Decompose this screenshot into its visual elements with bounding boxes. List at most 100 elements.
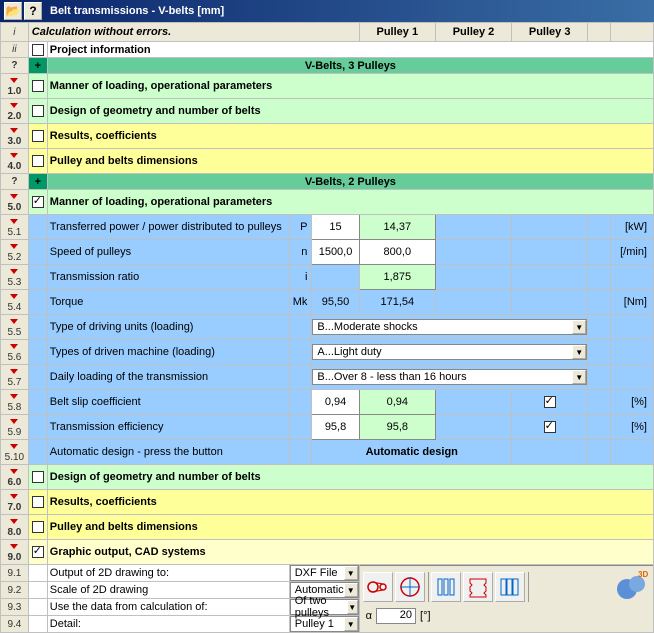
row-label: Automatic design - press the button [47, 440, 289, 465]
row-label: Transmission ratio [47, 265, 289, 290]
rownum: 5.10 [1, 440, 29, 465]
expand-toggle[interactable] [28, 465, 47, 490]
chevron-down-icon[interactable]: ▼ [344, 566, 358, 580]
rownum: 4.0 [1, 149, 29, 174]
unit: [%] [610, 415, 653, 440]
detail-select[interactable]: Pulley 1▼ [290, 616, 359, 632]
main-grid: i Calculation without errors. Pulley 1 P… [0, 22, 654, 633]
rownum: 7.0 [1, 490, 29, 515]
expand-toggle[interactable] [28, 490, 47, 515]
rownum: 5.7 [1, 365, 29, 390]
slip-p2-output: 0,94 [359, 390, 435, 415]
output-format-select[interactable]: DXF File▼ [290, 565, 359, 581]
slip-p1-input[interactable]: 0,94 [312, 390, 359, 415]
expand-toggle[interactable] [28, 99, 47, 124]
unit: [kW] [610, 215, 653, 240]
drawing-belt-section-icon[interactable] [495, 572, 525, 602]
help-cell[interactable]: ? [1, 58, 29, 74]
rownum: 5.0 [1, 190, 29, 215]
chevron-down-icon[interactable]: ▼ [572, 345, 586, 359]
driving-units-select[interactable]: B...Moderate shocks▼ [312, 319, 587, 335]
power-p2-output: 14,37 [359, 215, 435, 240]
help-cell[interactable]: ? [1, 174, 29, 190]
row-label: Design of geometry and number of belts [47, 465, 653, 490]
row-label: Graphic output, CAD systems [47, 540, 653, 565]
rownum: 2.0 [1, 99, 29, 124]
row-label: Daily loading of the transmission [47, 365, 289, 390]
row-label: Manner of loading, operational parameter… [47, 74, 653, 99]
rownum: 3.0 [1, 124, 29, 149]
driven-machine-select[interactable]: A...Light duty▼ [312, 344, 587, 360]
expand-toggle[interactable] [28, 540, 47, 565]
section-2pulleys: V-Belts, 2 Pulleys [47, 174, 653, 190]
expand-button[interactable]: + [28, 174, 47, 190]
row-label: Speed of pulleys [47, 240, 289, 265]
status-text: Calculation without errors. [28, 23, 359, 42]
col-header-pulley3: Pulley 3 [512, 23, 588, 42]
daily-loading-select[interactable]: B...Over 8 - less than 16 hours▼ [312, 369, 587, 385]
expand-toggle[interactable] [28, 124, 47, 149]
row-label: Transferred power / power distributed to… [47, 215, 289, 240]
expand-toggle[interactable] [28, 190, 47, 215]
rownum: 9.0 [1, 540, 29, 565]
rownum: 5.9 [1, 415, 29, 440]
rownum: 5.8 [1, 390, 29, 415]
slip-checkbox[interactable] [544, 396, 556, 408]
rownum: 1.0 [1, 74, 29, 99]
row-label: Output of 2D drawing to: [47, 565, 289, 582]
row-label: Results, coefficients [47, 490, 653, 515]
row-label: Manner of loading, operational parameter… [47, 190, 653, 215]
row-label: Type of driving units (loading) [47, 315, 289, 340]
row-label: Use the data from calculation of: [47, 599, 289, 616]
chevron-down-icon[interactable]: ▼ [572, 370, 586, 384]
drawing-2pulleys-icon[interactable] [363, 572, 393, 602]
automatic-design-button[interactable]: Automatic design [312, 440, 512, 465]
3d-logo-icon[interactable]: 3D [614, 569, 650, 605]
help-button[interactable]: ? [24, 2, 42, 20]
drawing-pulley-profile-icon[interactable] [463, 572, 493, 602]
speed-p2-input[interactable]: 800,0 [359, 240, 435, 265]
torque-p2: 171,54 [359, 290, 435, 315]
unit: [%] [610, 390, 653, 415]
row-label: Results, coefficients [47, 124, 653, 149]
expand-toggle[interactable] [28, 74, 47, 99]
speed-p1-input[interactable]: 1500,0 [312, 240, 359, 265]
svg-text:3D: 3D [638, 570, 648, 579]
alpha-unit: [°] [420, 610, 431, 622]
row-label: Detail: [47, 616, 289, 633]
project-info-label: Project information [47, 42, 653, 58]
data-source-select[interactable]: Of two pulleys▼ [290, 599, 359, 615]
rownum: 5.4 [1, 290, 29, 315]
open-button[interactable]: 📂 [4, 2, 22, 20]
rownum: 5.3 [1, 265, 29, 290]
rownum: 9.1 [1, 565, 29, 582]
expand-toggle[interactable] [28, 515, 47, 540]
chevron-down-icon[interactable]: ▼ [347, 600, 358, 614]
window-title: Belt transmissions - V-belts [mm] [50, 5, 224, 17]
alpha-input[interactable]: 20 [376, 608, 416, 624]
drawing-bars-icon[interactable] [431, 572, 461, 602]
symbol: i [289, 265, 312, 290]
rownum: 5.2 [1, 240, 29, 265]
power-p1-input[interactable]: 15 [312, 215, 359, 240]
expand-button[interactable]: + [28, 58, 47, 74]
section-3pulleys: V-Belts, 3 Pulleys [47, 58, 653, 74]
rownum: 9.3 [1, 599, 29, 616]
row-label: Types of driven machine (loading) [47, 340, 289, 365]
eff-checkbox[interactable] [544, 421, 556, 433]
rownum: ii [1, 42, 29, 58]
rownum: 5.6 [1, 340, 29, 365]
rownum: 5.5 [1, 315, 29, 340]
row-label: Belt slip coefficient [47, 390, 289, 415]
eff-p1-input[interactable]: 95,8 [312, 415, 359, 440]
expand-toggle[interactable] [28, 149, 47, 174]
rownum: 5.1 [1, 215, 29, 240]
chevron-down-icon[interactable]: ▼ [344, 617, 358, 631]
drawing-circle-icon[interactable] [395, 572, 425, 602]
chevron-down-icon[interactable]: ▼ [572, 320, 586, 334]
alpha-symbol: α [366, 610, 372, 622]
rownum: 6.0 [1, 465, 29, 490]
row-label: Transmission efficiency [47, 415, 289, 440]
expand-toggle[interactable] [28, 42, 47, 58]
row-label: Torque [47, 290, 289, 315]
